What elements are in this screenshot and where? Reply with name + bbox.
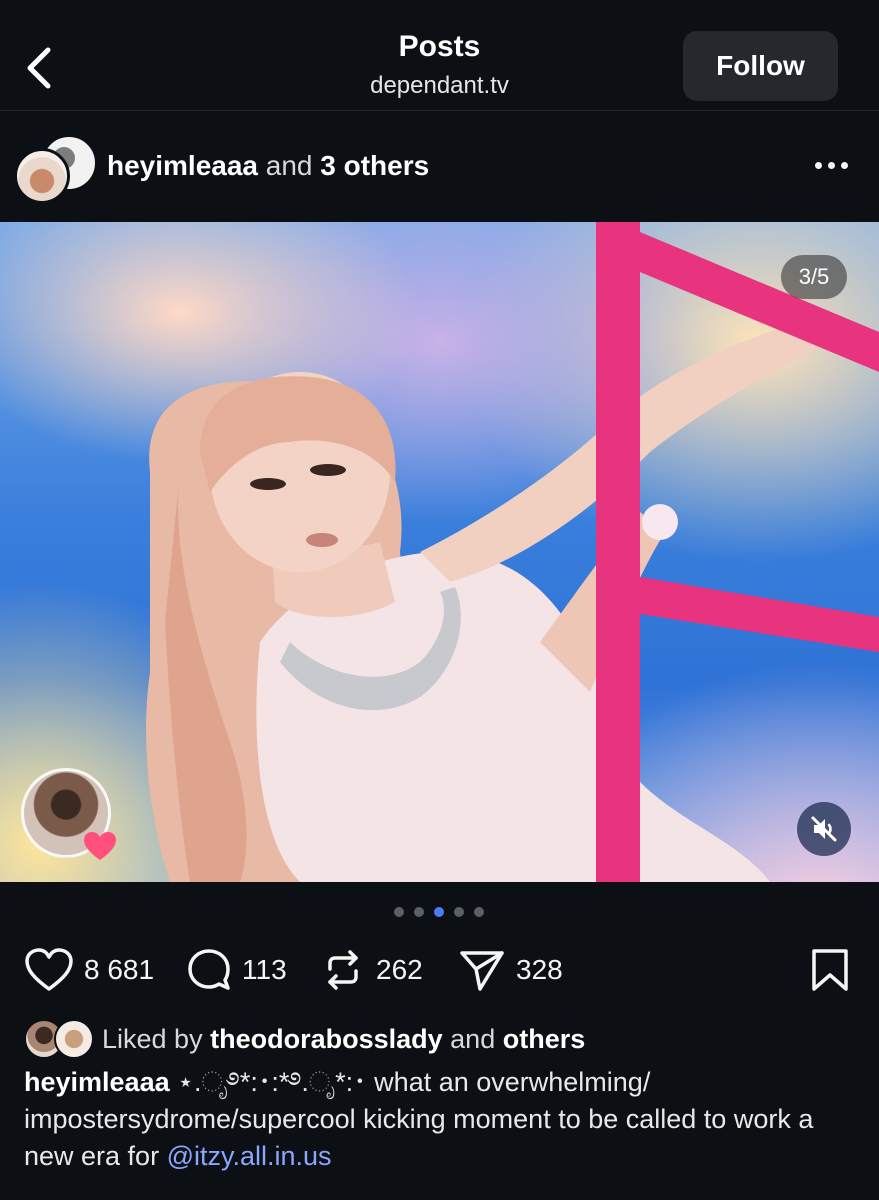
carousel-dot[interactable] — [474, 907, 484, 917]
more-dot — [841, 162, 848, 169]
heart-icon — [25, 948, 73, 991]
comment-icon — [188, 949, 230, 990]
author-avatar[interactable] — [14, 148, 70, 204]
carousel-dot[interactable] — [434, 907, 444, 917]
caption-username[interactable]: heyimleaaa — [24, 1067, 170, 1097]
carousel-dot[interactable] — [414, 907, 424, 917]
more-dot — [828, 162, 835, 169]
mute-button[interactable] — [797, 802, 851, 856]
caption-mention[interactable]: @itzy.all.in.us — [167, 1141, 332, 1171]
ladder-graphic — [596, 222, 879, 882]
carousel-indicator — [394, 907, 484, 917]
more-dot — [815, 162, 822, 169]
liked-by-text: Liked by theodorabosslady and others — [102, 1024, 585, 1055]
repost-icon — [328, 950, 358, 990]
liked-by-row[interactable]: Liked by theodorabosslady and others — [24, 1018, 585, 1060]
repost-button[interactable]: 262 — [320, 940, 423, 1000]
liker-avatar — [54, 1019, 94, 1059]
liked-by-prefix: Liked by — [102, 1023, 203, 1054]
bookmark-icon[interactable] — [810, 948, 850, 992]
author-name[interactable]: heyimleaaa — [107, 150, 258, 181]
heart-badge-icon — [84, 832, 116, 860]
post-byline: heyimleaaa and 3 others — [107, 150, 429, 182]
post-photo — [146, 222, 879, 882]
post-header: heyimleaaa and 3 others — [0, 110, 879, 222]
repost-count: 262 — [376, 954, 423, 985]
share-button[interactable]: 328 — [458, 940, 563, 1000]
follow-button[interactable]: Follow — [683, 31, 838, 101]
top-bar: Posts dependant.tv Follow — [0, 0, 879, 111]
more-options-icon[interactable] — [815, 162, 855, 174]
share-count: 328 — [516, 954, 563, 985]
action-bar: 8 681 113 262 328 — [0, 940, 879, 1000]
like-count: 8 681 — [84, 954, 155, 985]
author-avatars[interactable] — [14, 134, 98, 204]
post-caption: heyimleaaa ⋆.ೃ࿔*:･:*࿔.ೃ*:･ what an overw… — [24, 1064, 854, 1175]
send-icon — [460, 951, 504, 991]
post-media[interactable]: 3/5 — [0, 222, 879, 882]
carousel-dot[interactable] — [394, 907, 404, 917]
muted-speaker-icon — [811, 816, 837, 842]
carousel-dot[interactable] — [454, 907, 464, 917]
liked-by-and: and — [450, 1023, 496, 1054]
comment-count: 113 — [242, 954, 287, 985]
image-counter: 3/5 — [781, 255, 847, 299]
liked-by-user[interactable]: theodorabosslady — [210, 1024, 443, 1054]
liked-by-others[interactable]: others — [503, 1024, 586, 1054]
coauthors-link[interactable]: 3 others — [320, 150, 429, 181]
byline-and: and — [265, 150, 313, 181]
comment-button[interactable]: 113 — [186, 940, 287, 1000]
like-button[interactable]: 8 681 — [24, 940, 154, 1000]
